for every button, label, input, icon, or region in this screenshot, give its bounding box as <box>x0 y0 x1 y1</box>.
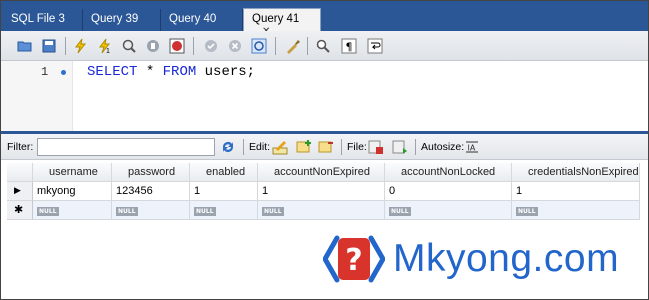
grid-header: username password enabled accountNonExpi… <box>7 163 640 182</box>
cell-accountnonexpired[interactable]: 1 <box>258 182 385 201</box>
sql-editor[interactable]: 1 SELECT * FROM users; <box>1 61 648 131</box>
svg-text:IA: IA <box>468 144 476 153</box>
execute-icon[interactable] <box>71 36 91 56</box>
null-badge: NULL <box>262 207 284 216</box>
sql-code-line[interactable]: SELECT * FROM users; <box>87 64 255 80</box>
cell-username[interactable]: mkyong <box>33 182 112 201</box>
table-row[interactable]: ▶ mkyong 123456 1 1 0 1 <box>7 182 640 201</box>
beautify-icon[interactable] <box>283 36 303 56</box>
keyword-from: FROM <box>162 64 197 80</box>
cell-accountnonlocked[interactable]: NULL <box>385 201 512 220</box>
cell-accountnonexpired[interactable]: NULL <box>258 201 385 220</box>
save-icon[interactable] <box>39 36 59 56</box>
file-label: File: <box>347 141 367 153</box>
svg-text:?: ? <box>345 243 362 278</box>
null-badge: NULL <box>516 207 538 216</box>
null-badge: NULL <box>389 207 411 216</box>
execute-all-icon[interactable]: 1 <box>95 36 115 56</box>
cell-credentialsnonexpired[interactable]: 1 <box>512 182 640 201</box>
find-icon[interactable] <box>313 36 333 56</box>
delete-row-icon[interactable] <box>317 138 335 156</box>
autosize-label: Autosize: <box>421 141 465 153</box>
column-header-password[interactable]: password <box>112 163 190 182</box>
code-text: users; <box>196 64 256 80</box>
sql-editor-toolbar: 1 ¶ <box>1 31 648 61</box>
code-text: * <box>137 64 163 80</box>
tab-query-41[interactable]: Query 41✕ <box>243 8 321 37</box>
rollback-icon[interactable] <box>225 36 245 56</box>
svg-text:¶: ¶ <box>346 41 353 54</box>
tab-label: Query 39 <box>91 13 139 25</box>
cell-enabled[interactable]: 1 <box>190 182 258 201</box>
workbench-window: SQL File 3 Query 39 Query 40 Query 41✕ 1… <box>0 0 649 300</box>
cell-username[interactable]: NULL <box>33 201 112 220</box>
invisibles-icon[interactable]: ¶ <box>339 36 359 56</box>
line-number: 1 <box>41 65 49 79</box>
autosize-columns-icon[interactable]: IA <box>463 138 481 156</box>
cell-password[interactable]: NULL <box>112 201 190 220</box>
tab-query-39[interactable]: Query 39 <box>83 9 161 31</box>
tab-query-40[interactable]: Query 40 <box>161 9 243 31</box>
tab-sql-file-3[interactable]: SQL File 3 <box>3 9 83 31</box>
result-grid-toolbar: Filter: Edit: File: Autosize: IA <box>1 134 648 160</box>
column-header-username[interactable]: username <box>33 163 112 182</box>
column-header-accountnonlocked[interactable]: accountNonLocked <box>385 163 512 182</box>
import-icon[interactable] <box>391 138 409 156</box>
stop-icon[interactable] <box>143 36 163 56</box>
column-header-enabled[interactable]: enabled <box>190 163 258 182</box>
cell-enabled[interactable]: NULL <box>190 201 258 220</box>
cell-password[interactable]: 123456 <box>112 182 190 201</box>
query-tab-strip: SQL File 3 Query 39 Query 40 Query 41✕ <box>1 1 648 37</box>
mkyong-logo: ? Mkyong.com <box>323 229 619 289</box>
logo-wordmark: Mkyong.com <box>393 237 620 280</box>
insert-row-icon[interactable] <box>295 138 313 156</box>
open-folder-icon[interactable] <box>15 36 35 56</box>
refresh-icon[interactable] <box>219 138 237 156</box>
column-header-credentialsnonexpired[interactable]: credentialsNonExpired <box>512 163 640 182</box>
null-badge: NULL <box>37 207 59 216</box>
tab-label: Query 41 <box>252 13 300 25</box>
statement-marker-icon <box>61 70 66 75</box>
row-pointer-icon: ▶ <box>14 185 21 195</box>
new-row[interactable]: ✱ NULL NULL NULL NULL NULL NULL <box>7 201 640 220</box>
tab-label: SQL File 3 <box>11 13 65 25</box>
filter-input[interactable] <box>37 138 215 156</box>
explain-icon[interactable] <box>119 36 139 56</box>
svg-text:1: 1 <box>106 48 110 54</box>
export-icon[interactable] <box>367 138 385 156</box>
wrap-icon[interactable] <box>365 36 385 56</box>
null-badge: NULL <box>116 207 138 216</box>
keyword-select: SELECT <box>87 64 138 80</box>
filter-label: Filter: <box>7 141 34 153</box>
edit-cell-icon[interactable] <box>271 138 289 156</box>
autocommit-icon[interactable] <box>249 36 269 56</box>
logo-mark-icon: ? <box>323 235 385 283</box>
corner-cell <box>7 163 33 182</box>
null-badge: NULL <box>194 207 216 216</box>
cell-credentialsnonexpired[interactable]: NULL <box>512 201 640 220</box>
tab-label: Query 40 <box>169 13 217 25</box>
current-row-marker[interactable]: ▶ <box>7 182 33 201</box>
cell-accountnonlocked[interactable]: 0 <box>385 182 512 201</box>
new-row-icon: ✱ <box>14 204 24 216</box>
column-header-accountnonexpired[interactable]: accountNonExpired <box>258 163 385 182</box>
stop-on-error-icon[interactable] <box>167 36 187 56</box>
commit-icon[interactable] <box>201 36 221 56</box>
new-row-marker[interactable]: ✱ <box>7 201 33 220</box>
edit-label: Edit: <box>249 141 271 153</box>
line-gutter: 1 <box>1 61 73 131</box>
